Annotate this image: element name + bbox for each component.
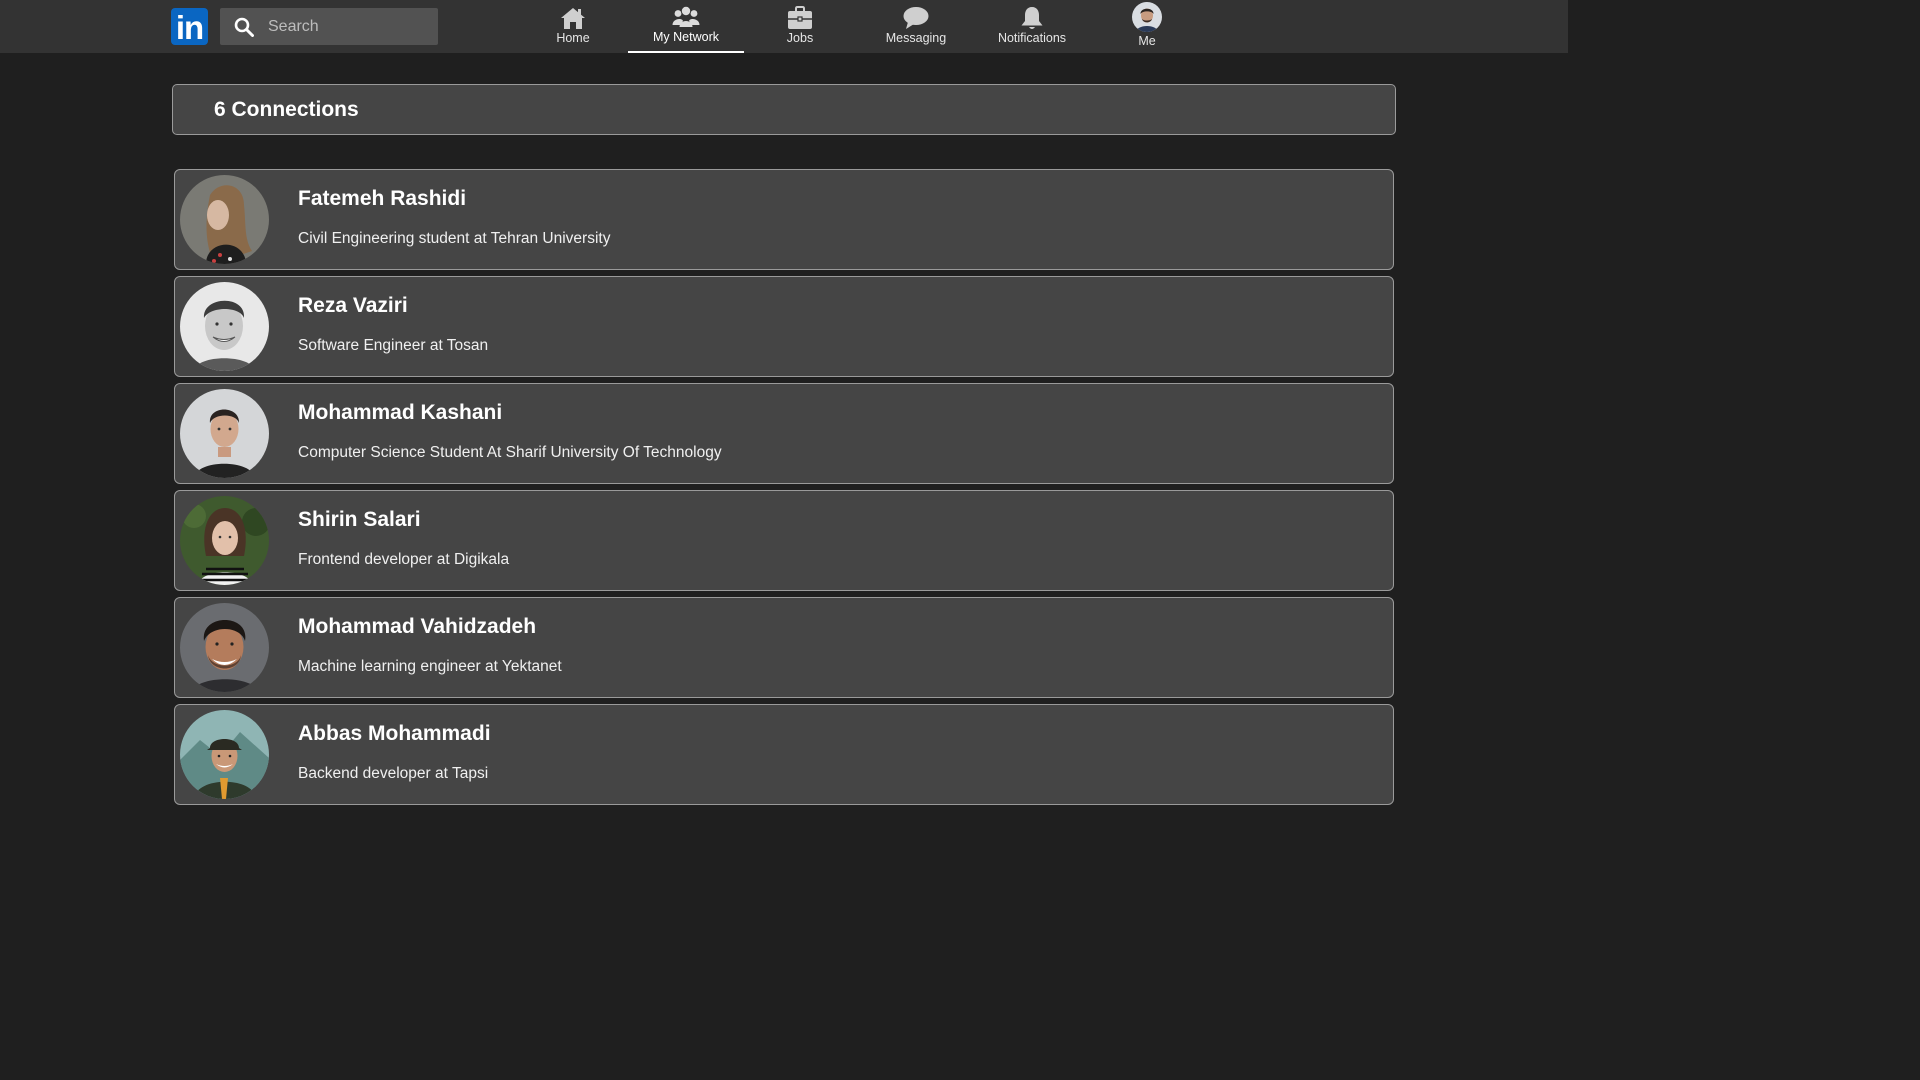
- search-box[interactable]: [220, 8, 438, 45]
- network-icon: [672, 6, 700, 27]
- connection-avatar[interactable]: [180, 496, 269, 585]
- connection-headline: Frontend developer at Digikala: [298, 551, 510, 568]
- connection-name[interactable]: Abbas Mohammadi: [298, 722, 491, 746]
- nav-messaging[interactable]: Messaging: [880, 0, 952, 53]
- chat-icon: [903, 7, 929, 29]
- logo-text: in: [175, 9, 204, 46]
- connection-avatar[interactable]: [180, 710, 269, 799]
- connection-card[interactable]: Shirin Salari Frontend developer at Digi…: [174, 490, 1394, 591]
- connection-card[interactable]: Reza Vaziri Software Engineer at Tosan: [174, 276, 1394, 377]
- me-avatar[interactable]: [1132, 2, 1162, 32]
- home-icon: [561, 8, 585, 29]
- nav-label-home: Home: [556, 31, 590, 45]
- nav-my-network[interactable]: My Network: [628, 0, 744, 53]
- connection-name[interactable]: Mohammad Kashani: [298, 401, 502, 425]
- connection-card[interactable]: Mohammad Vahidzadeh Machine learning eng…: [174, 597, 1394, 698]
- connection-avatar[interactable]: [180, 389, 269, 478]
- connections-count-title: 6 Connections: [214, 98, 359, 121]
- connection-card[interactable]: Abbas Mohammadi Backend developer at Tap…: [174, 704, 1394, 805]
- nav-me[interactable]: Me: [1127, 0, 1167, 53]
- top-navigation-bar: in Home My Network: [0, 0, 1568, 53]
- connections-header: 6 Connections: [172, 84, 1396, 135]
- connection-name[interactable]: Reza Vaziri: [298, 294, 408, 318]
- connection-name[interactable]: Mohammad Vahidzadeh: [298, 615, 536, 639]
- nav-label-my-network: My Network: [653, 30, 719, 44]
- connection-headline: Software Engineer at Tosan: [298, 337, 489, 354]
- nav-label-notifications: Notifications: [997, 31, 1067, 45]
- nav-jobs[interactable]: Jobs: [772, 0, 828, 53]
- nav-home[interactable]: Home: [543, 0, 603, 53]
- nav-label-me: Me: [1138, 34, 1156, 48]
- search-input[interactable]: [268, 8, 428, 45]
- connection-name[interactable]: Fatemeh Rashidi: [298, 187, 466, 211]
- connection-avatar[interactable]: [180, 282, 269, 371]
- connection-headline: Machine learning engineer at Yektanet: [298, 658, 562, 675]
- connection-headline: Computer Science Student At Sharif Unive…: [298, 444, 722, 461]
- bell-icon: [1021, 7, 1043, 29]
- nav-notifications[interactable]: Notifications: [992, 0, 1072, 53]
- briefcase-icon: [788, 6, 812, 29]
- connection-headline: Backend developer at Tapsi: [298, 765, 489, 782]
- search-icon: [234, 17, 254, 37]
- connection-avatar[interactable]: [180, 603, 269, 692]
- connection-headline: Civil Engineering student at Tehran Univ…: [298, 230, 611, 247]
- connection-avatar[interactable]: [180, 175, 269, 264]
- linkedin-logo[interactable]: in: [171, 8, 208, 45]
- connection-card[interactable]: Mohammad Kashani Computer Science Studen…: [174, 383, 1394, 484]
- connection-name[interactable]: Shirin Salari: [298, 508, 421, 532]
- connection-card[interactable]: Fatemeh Rashidi Civil Engineering studen…: [174, 169, 1394, 270]
- nav-label-messaging: Messaging: [885, 31, 947, 45]
- nav-label-jobs: Jobs: [786, 31, 814, 45]
